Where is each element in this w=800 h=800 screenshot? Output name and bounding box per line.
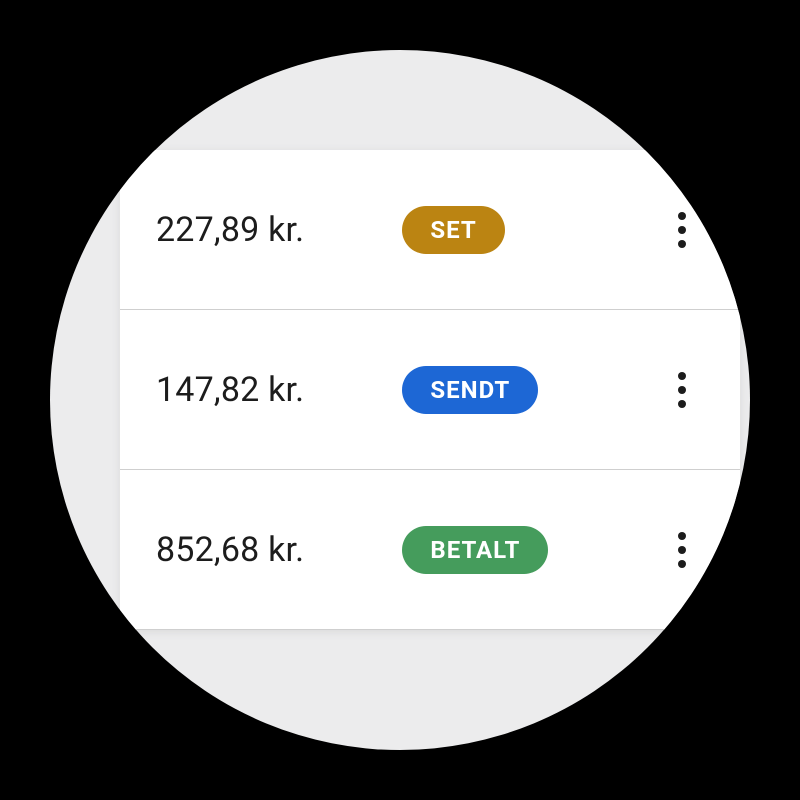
status-cell: BETALT <box>402 526 626 574</box>
action-cell <box>626 528 716 572</box>
list-item: 852,68 kr. BETALT <box>120 470 740 630</box>
status-cell: SET <box>402 206 626 254</box>
status-cell: SENDT <box>402 366 626 414</box>
more-vertical-icon[interactable] <box>660 208 704 252</box>
amount-value: 227,89 kr. <box>156 210 402 250</box>
more-vertical-icon[interactable] <box>660 368 704 412</box>
transactions-card: 227,89 kr. SET 147,82 kr. SENDT 852, <box>120 150 740 630</box>
amount-value: 852,68 kr. <box>156 530 402 570</box>
more-vertical-icon[interactable] <box>660 528 704 572</box>
action-cell <box>626 368 716 412</box>
status-badge-betalt: BETALT <box>402 526 548 574</box>
list-item: 227,89 kr. SET <box>120 150 740 310</box>
circular-viewport: 227,89 kr. SET 147,82 kr. SENDT 852, <box>50 50 750 750</box>
amount-value: 147,82 kr. <box>156 370 402 410</box>
list-item: 147,82 kr. SENDT <box>120 310 740 470</box>
status-badge-set: SET <box>402 206 504 254</box>
status-badge-sendt: SENDT <box>402 366 538 414</box>
action-cell <box>626 208 716 252</box>
